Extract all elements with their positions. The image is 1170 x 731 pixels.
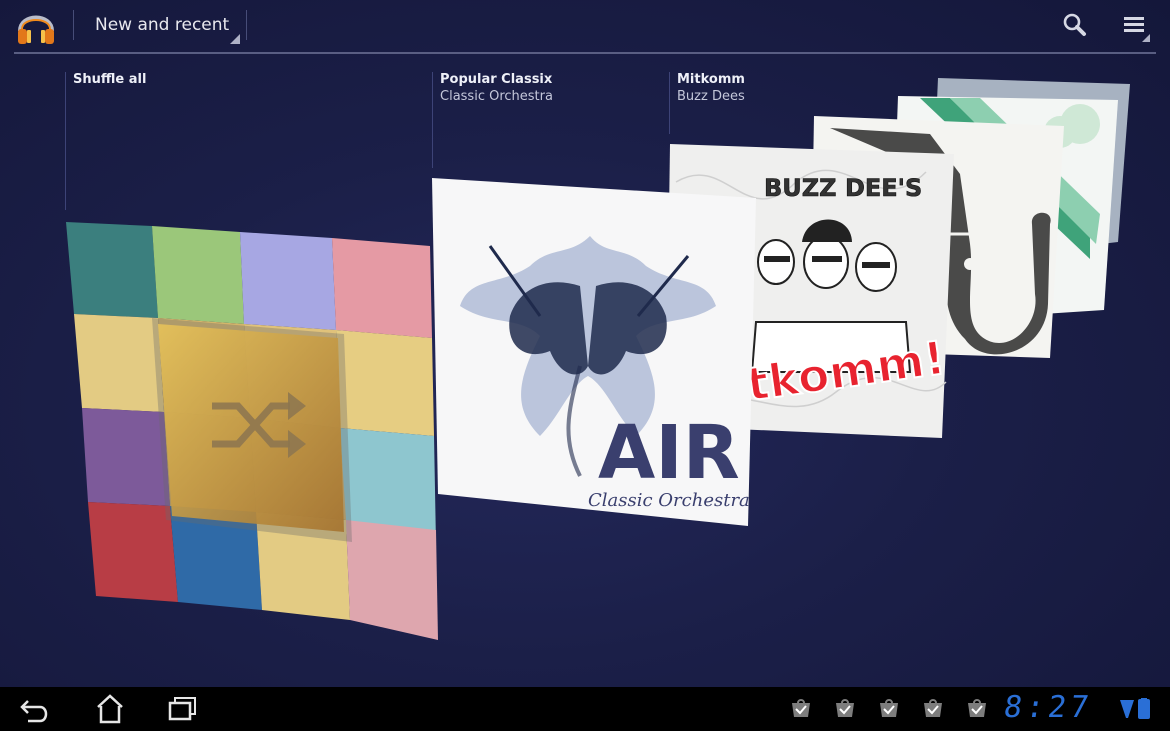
- battery-icon[interactable]: [1120, 698, 1160, 720]
- album-label-popular-classix: Popular Classix Classic Orchestra: [432, 72, 632, 172]
- divider: [246, 10, 247, 40]
- album-label-shuffle: Shuffle all: [65, 72, 265, 212]
- shuffle-all-card[interactable]: [66, 220, 442, 642]
- divider: [669, 72, 670, 134]
- download-complete-icon[interactable]: [878, 699, 900, 719]
- album-title: Mitkomm: [677, 72, 745, 87]
- dropdown-indicator-icon: [230, 34, 240, 44]
- home-icon[interactable]: [90, 693, 130, 725]
- view-selector-label: New and recent: [95, 15, 230, 35]
- divider: [432, 72, 433, 168]
- download-complete-icon[interactable]: [966, 699, 988, 719]
- air-logo-text: AIR: [598, 410, 740, 496]
- album-artist: Buzz Dees: [677, 89, 745, 104]
- status-clock[interactable]: 8:27: [1002, 690, 1095, 725]
- headphones-icon[interactable]: [16, 5, 56, 47]
- air-subtitle-text: Classic Orchestra: [588, 490, 750, 511]
- download-complete-icon[interactable]: [834, 699, 856, 719]
- buzz-dees-logo: BUZZ DEE'S: [764, 174, 922, 202]
- action-bar-divider: [14, 52, 1156, 54]
- album-title: Popular Classix: [440, 72, 553, 87]
- back-icon[interactable]: [16, 693, 56, 725]
- recent-apps-icon[interactable]: [164, 693, 204, 725]
- system-navigation-bar: 8:27: [0, 687, 1170, 731]
- action-bar: New and recent: [0, 0, 1170, 54]
- download-complete-icon[interactable]: [790, 699, 812, 719]
- download-complete-icon[interactable]: [922, 699, 944, 719]
- view-selector-dropdown[interactable]: New and recent: [80, 6, 244, 44]
- search-icon[interactable]: [1058, 8, 1092, 42]
- divider: [73, 10, 74, 40]
- menu-icon[interactable]: [1118, 8, 1156, 44]
- album-title: Shuffle all: [73, 72, 147, 87]
- album-card-popular-classix[interactable]: AIR Classic Orchestra: [430, 176, 760, 532]
- divider: [65, 72, 66, 210]
- album-artist: Classic Orchestra: [440, 89, 553, 104]
